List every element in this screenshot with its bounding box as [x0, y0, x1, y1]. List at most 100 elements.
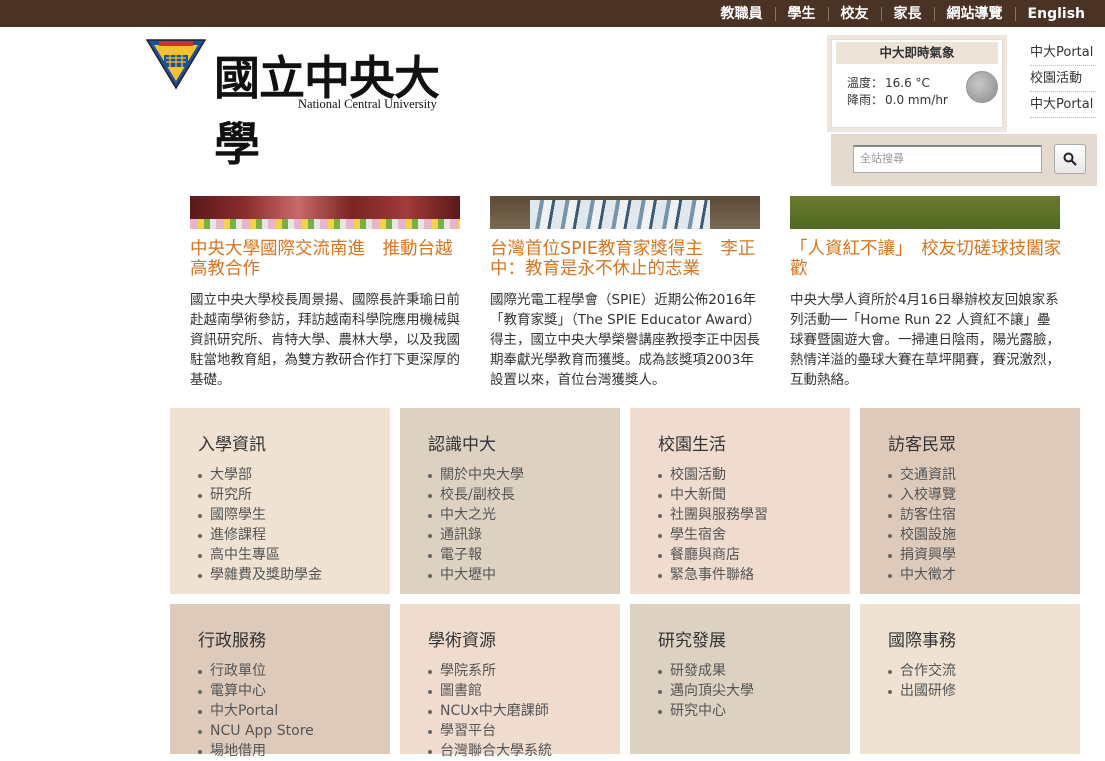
card-links: 交通資訊 入校導覽 訪客住宿 校園設施 捐資興學 中大徵才	[888, 465, 956, 585]
card-link[interactable]: 中大壢中	[428, 565, 524, 585]
card-title: 校園生活	[658, 435, 726, 455]
news-item-1[interactable]: 中央大學國際交流南進 推動台越高教合作 國立中央大學校長周景揚、國際長許秉瑜日前…	[190, 196, 462, 390]
card-link[interactable]: 中大Portal	[198, 701, 314, 721]
card-title: 訪客民眾	[888, 435, 956, 455]
card-link[interactable]: 場地借用	[198, 741, 314, 761]
card-link[interactable]: 電子報	[428, 545, 524, 565]
card-link[interactable]: 合作交流	[888, 661, 956, 681]
card-link[interactable]: 研究所	[198, 485, 322, 505]
card-link[interactable]: 學院系所	[428, 661, 552, 681]
card-link[interactable]: 訪客住宿	[888, 505, 956, 525]
card-link[interactable]: 邁向頂尖大學	[658, 681, 754, 701]
card-academic-resources: 學術資源 學院系所 圖書館 NCUx中大磨課師 學習平台 台灣聯合大學系統	[400, 604, 620, 759]
card-link[interactable]: 國際學生	[198, 505, 322, 525]
search-area: 全站搜尋	[831, 134, 1097, 186]
card-link[interactable]: 交通資訊	[888, 465, 956, 485]
search-input[interactable]: 全站搜尋	[853, 145, 1042, 173]
news-image[interactable]	[790, 196, 1060, 229]
card-link[interactable]: 校長/副校長	[428, 485, 524, 505]
rain-value: 0.0 mm/hr	[885, 93, 948, 107]
card-links: 關於中央大學 校長/副校長 中大之光 通訊錄 電子報 中大壢中	[428, 465, 524, 585]
card-link[interactable]: 研發成果	[658, 661, 754, 681]
temp-label: 溫度：	[847, 76, 884, 90]
card-links: 校園活動 中大新聞 社團與服務學習 學生宿舍 餐廳與商店 緊急事件聯絡	[658, 465, 768, 585]
card-link[interactable]: NCUx中大磨課師	[428, 701, 552, 721]
card-link[interactable]: 出國研修	[888, 681, 956, 701]
card-link[interactable]: 中大新聞	[658, 485, 768, 505]
search-button[interactable]	[1054, 144, 1086, 174]
nav-alumni[interactable]: 校友	[827, 6, 881, 21]
card-link[interactable]: 電算中心	[198, 681, 314, 701]
news-image[interactable]	[190, 196, 460, 229]
card-link[interactable]: 緊急事件聯絡	[658, 565, 768, 585]
news-title[interactable]: 台灣首位SPIE教育家獎得主 李正中：教育是永不休止的志業	[490, 239, 762, 279]
card-link[interactable]: 研究中心	[658, 701, 754, 721]
news-summary: 中央大學人資所於4月16日舉辦校友回娘家系列活動──「Home Run 22 人…	[790, 292, 1060, 388]
card-link[interactable]: 捐資興學	[888, 545, 956, 565]
card-title: 學術資源	[428, 631, 496, 651]
nav-parents[interactable]: 家長	[880, 6, 934, 21]
card-link[interactable]: 中大之光	[428, 505, 524, 525]
card-link[interactable]: 行政單位	[198, 661, 314, 681]
card-link[interactable]: 學生宿舍	[658, 525, 768, 545]
news-title[interactable]: 「人資紅不讓」 校友切磋球技闔家歡	[790, 239, 1062, 279]
nav-faculty[interactable]: 教職員	[709, 7, 775, 21]
card-link[interactable]: 學雜費及獎助學金	[198, 565, 322, 585]
card-link[interactable]: 學習平台	[428, 721, 552, 741]
card-admin-services: 行政服務 行政單位 電算中心 中大Portal NCU App Store 場地…	[170, 604, 390, 759]
card-links: 合作交流 出國研修	[888, 661, 956, 701]
card-link[interactable]: 中大徵才	[888, 565, 956, 585]
card-title: 入學資訊	[198, 435, 266, 455]
top-bar: 教職員 學生 校友 家長 網站導覽 English	[0, 0, 1105, 27]
card-link[interactable]: 校園設施	[888, 525, 956, 545]
nav-english[interactable]: English	[1014, 6, 1105, 21]
quick-link-portal-2[interactable]: 中大Portal	[1030, 92, 1096, 118]
card-link[interactable]: 圖書館	[428, 681, 552, 701]
card-link[interactable]: 大學部	[198, 465, 322, 485]
card-title: 行政服務	[198, 631, 266, 651]
card-visitors: 訪客民眾 交通資訊 入校導覽 訪客住宿 校園設施 捐資興學 中大徵才	[860, 408, 1080, 594]
card-links: 學院系所 圖書館 NCUx中大磨課師 學習平台 台灣聯合大學系統	[428, 661, 552, 761]
card-link[interactable]: 餐廳與商店	[658, 545, 768, 565]
card-campus-life: 校園生活 校園活動 中大新聞 社團與服務學習 學生宿舍 餐廳與商店 緊急事件聯絡	[630, 408, 850, 594]
news-item-2[interactable]: 台灣首位SPIE教育家獎得主 李正中：教育是永不休止的志業 國際光電工程學會（S…	[490, 196, 762, 390]
news-title[interactable]: 中央大學國際交流南進 推動台越高教合作	[190, 239, 462, 279]
quick-link-portal[interactable]: 中大Portal	[1030, 40, 1096, 66]
card-research: 研究發展 研發成果 邁向頂尖大學 研究中心	[630, 604, 850, 754]
card-title: 認識中大	[428, 435, 496, 455]
news-item-3[interactable]: 「人資紅不讓」 校友切磋球技闔家歡 中央大學人資所於4月16日舉辦校友回娘家系列…	[790, 196, 1062, 390]
temp-value: 16.6 °C	[885, 76, 930, 90]
rain-label: 降雨：	[847, 93, 884, 107]
card-links: 大學部 研究所 國際學生 進修課程 高中生專區 學雜費及獎助學金	[198, 465, 322, 585]
card-title: 研究發展	[658, 631, 726, 651]
card-international: 國際事務 合作交流 出國研修	[860, 604, 1080, 754]
weather-readings: 溫度： 16.6 °C 降雨： 0.0 mm/hr	[847, 75, 948, 109]
card-link[interactable]: 進修課程	[198, 525, 322, 545]
nav-sitemap[interactable]: 網站導覽	[933, 6, 1015, 21]
site-logo[interactable]: 國立中央大學 National Central University	[146, 38, 466, 171]
card-link[interactable]: 台灣聯合大學系統	[428, 741, 552, 761]
card-link[interactable]: 關於中央大學	[428, 465, 524, 485]
card-links: 研發成果 邁向頂尖大學 研究中心	[658, 661, 754, 721]
cloudy-weather-icon	[966, 71, 998, 103]
card-link[interactable]: 入校導覽	[888, 485, 956, 505]
university-emblem-icon	[146, 39, 206, 90]
news-summary: 國際光電工程學會（SPIE）近期公佈2016年「教育家獎」（The SPIE E…	[490, 292, 761, 388]
card-link[interactable]: 社團與服務學習	[658, 505, 768, 525]
card-link[interactable]: 高中生專區	[198, 545, 322, 565]
search-icon	[1063, 152, 1077, 166]
card-admission: 入學資訊 大學部 研究所 國際學生 進修課程 高中生專區 學雜費及獎助學金	[170, 408, 390, 594]
card-link[interactable]: 校園活動	[658, 465, 768, 485]
quick-link-campus-events[interactable]: 校園活動	[1030, 66, 1096, 92]
news-image[interactable]	[490, 196, 760, 229]
card-links: 行政單位 電算中心 中大Portal NCU App Store 場地借用	[198, 661, 314, 761]
card-link[interactable]: 通訊錄	[428, 525, 524, 545]
top-nav: 教職員 學生 校友 家長 網站導覽 English	[709, 0, 1105, 27]
card-link[interactable]: NCU App Store	[198, 721, 314, 741]
card-about: 認識中大 關於中央大學 校長/副校長 中大之光 通訊錄 電子報 中大壢中	[400, 408, 620, 594]
card-title: 國際事務	[888, 631, 956, 651]
nav-students[interactable]: 學生	[774, 6, 828, 21]
weather-title: 中大即時氣象	[836, 42, 998, 64]
logo-english-name: National Central University	[298, 97, 437, 111]
quick-links: 中大Portal 校園活動 中大Portal	[1030, 40, 1096, 118]
